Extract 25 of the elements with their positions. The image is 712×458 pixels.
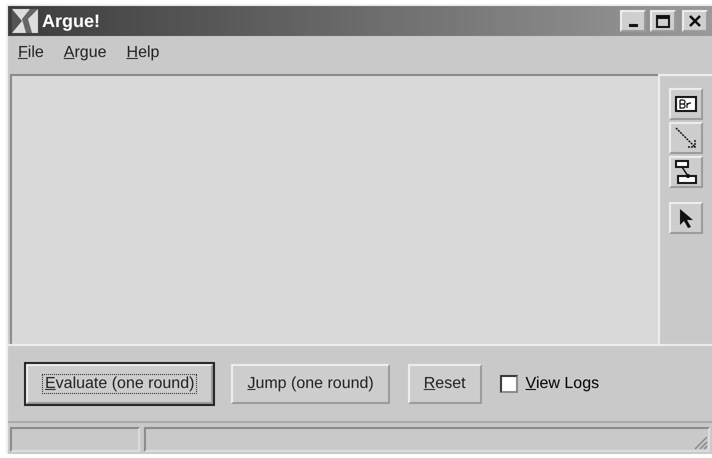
minimize-icon [628, 24, 638, 27]
close-icon [689, 15, 701, 27]
action-button[interactable]: Jump (one round) [231, 364, 390, 404]
window-title: Argue! [42, 10, 101, 32]
checkbox-label[interactable]: View Logs [526, 374, 600, 392]
menu-item[interactable]: Help [126, 44, 160, 64]
action-button[interactable]: Evaluate (one round) [26, 364, 214, 404]
tool-button[interactable] [669, 156, 703, 188]
minimize-button[interactable] [620, 10, 646, 32]
menu-item[interactable]: Argue [64, 44, 106, 64]
maximize-icon [656, 14, 670, 28]
tool-button[interactable] [669, 202, 703, 234]
action-button[interactable]: Reset [408, 364, 482, 404]
resize-grip-icon[interactable] [692, 434, 708, 450]
text-box-icon [675, 96, 697, 112]
menu-item[interactable]: File [18, 44, 44, 64]
close-button[interactable] [682, 10, 708, 32]
app-logo-icon [12, 9, 38, 33]
maximize-button[interactable] [650, 10, 676, 32]
cursor-icon [678, 208, 694, 228]
tool-button[interactable] [669, 122, 703, 154]
checkbox[interactable] [500, 374, 518, 392]
arrow-icon [674, 126, 698, 150]
tool-button[interactable] [669, 88, 703, 120]
linked-boxes-icon [674, 159, 698, 185]
